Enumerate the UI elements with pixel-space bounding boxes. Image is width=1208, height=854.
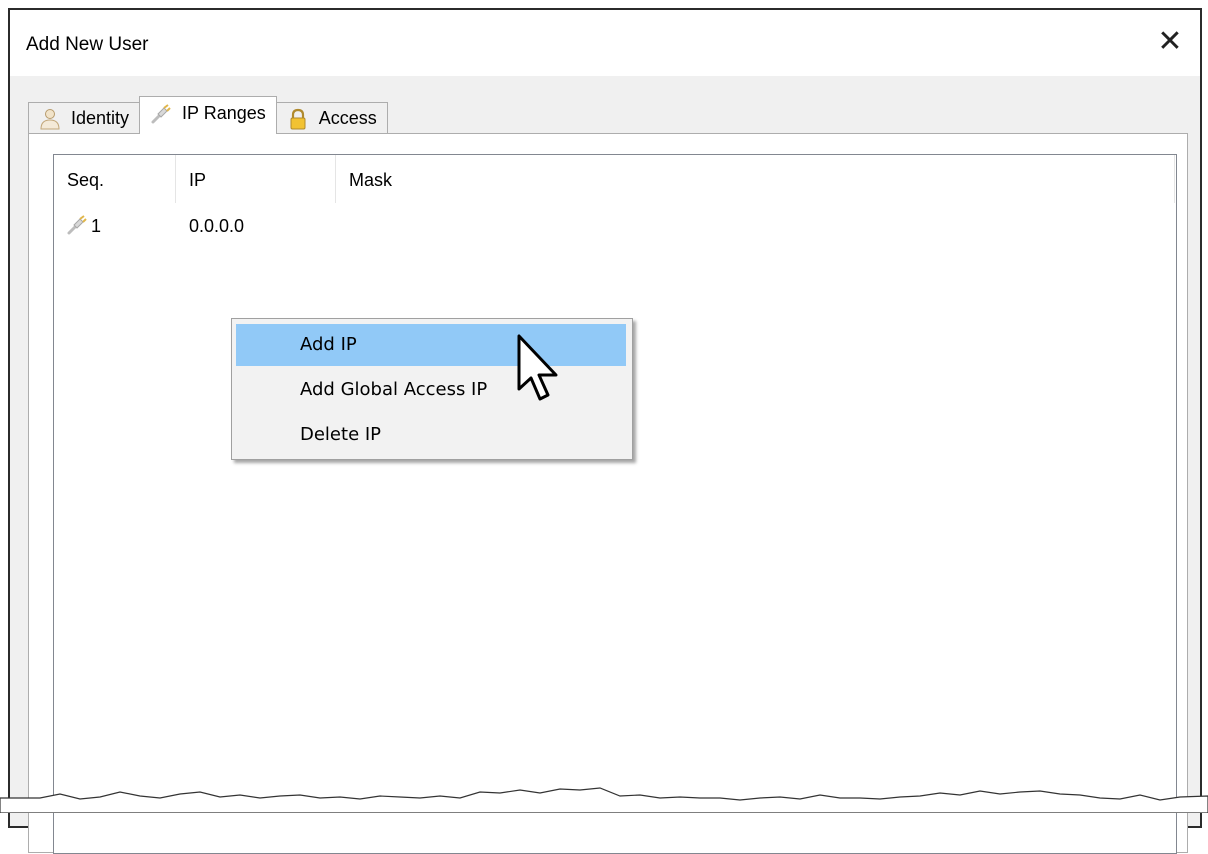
table-row[interactable]: 1 0.0.0.0 — [54, 211, 1176, 241]
column-header-seq[interactable]: Seq. — [54, 155, 174, 205]
tab-access-label: Access — [318, 108, 377, 128]
tab-identity[interactable]: Identity — [28, 102, 141, 134]
user-icon — [39, 108, 61, 130]
column-header-ip[interactable]: IP — [176, 155, 334, 205]
close-button[interactable]: ✕ — [1154, 26, 1186, 58]
menu-item-add-ip[interactable]: Add IP — [236, 324, 626, 366]
ip-ranges-panel: Seq. IP Mask 1 0.0.0.0 — [28, 133, 1188, 854]
row-seq: 1 — [91, 216, 102, 236]
lock-icon — [287, 108, 309, 130]
tab-access[interactable]: Access — [275, 102, 388, 134]
window-title: Add New User — [26, 34, 149, 55]
network-plug-icon — [150, 103, 172, 125]
ip-list[interactable]: Seq. IP Mask 1 0.0.0.0 — [53, 154, 1177, 854]
column-header-mask[interactable]: Mask — [336, 155, 1174, 205]
column-separator[interactable] — [1174, 155, 1175, 203]
tab-identity-label: Identity — [71, 108, 130, 128]
title-bar: Add New User ✕ — [10, 10, 1200, 76]
context-menu: Add IP Add Global Access IP Delete IP — [231, 318, 633, 460]
tab-ip-ranges[interactable]: IP Ranges — [139, 96, 277, 134]
tab-ip-ranges-label: IP Ranges — [182, 103, 266, 123]
row-ip: 0.0.0.0 — [189, 216, 245, 236]
menu-item-delete-ip[interactable]: Delete IP — [236, 414, 626, 456]
list-header: Seq. IP Mask — [54, 155, 1176, 205]
mouse-cursor-icon — [517, 334, 558, 401]
torn-edge — [0, 787, 1208, 813]
tab-strip: Identity IP Ranges Access — [28, 96, 388, 134]
network-plug-icon — [66, 214, 88, 236]
menu-item-add-global-access-ip[interactable]: Add Global Access IP — [236, 369, 626, 411]
